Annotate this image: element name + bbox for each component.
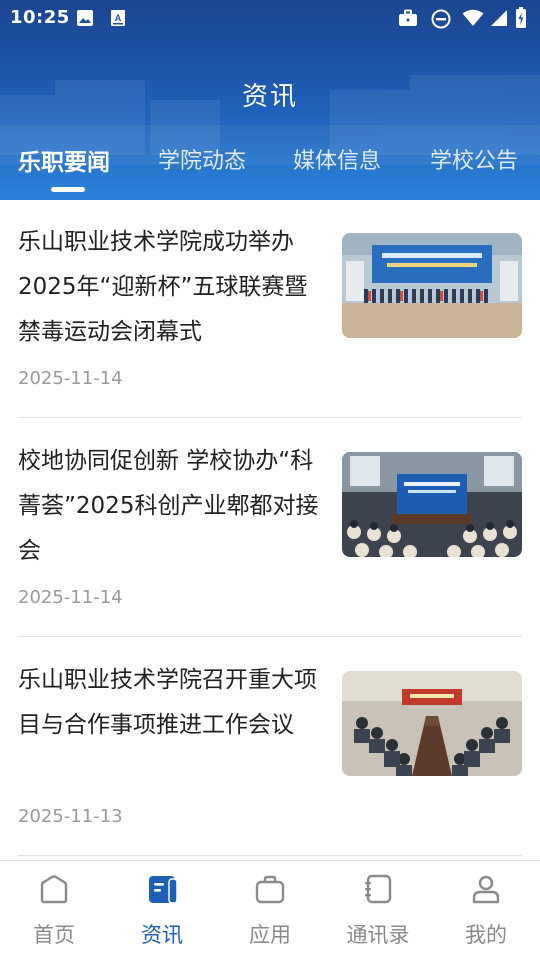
meeting-room-photo: [342, 671, 522, 776]
active-tab-indicator: [51, 187, 85, 192]
nav-news[interactable]: 资讯: [108, 861, 216, 960]
dnd-icon: [431, 9, 451, 29]
battery-icon: [516, 7, 526, 28]
news-item[interactable]: 校地协同促创新 学校协办“科菁荟”2025科创产业郫都对接会 2025-11-1…: [18, 419, 522, 637]
page-title: 资讯: [241, 82, 298, 112]
news-date: 2025-11-14: [18, 587, 123, 608]
news-item[interactable]: 乐山职业技术学院召开重大项目与合作事项推进工作会议 2025-11-13: [18, 638, 522, 856]
svg-text:A: A: [115, 13, 122, 23]
news-item[interactable]: 乐山职业技术学院成功举办2025年“迎新杯”五球联赛暨禁毒运动会闭幕式 2025…: [18, 200, 522, 418]
nav-label: 我的: [465, 923, 507, 947]
signal-icon: [491, 10, 507, 26]
nav-label: 通讯录: [346, 923, 410, 947]
nav-label: 应用: [249, 923, 291, 947]
news-thumbnail: [342, 452, 522, 557]
profile-icon: [472, 875, 500, 904]
nav-apps[interactable]: 应用: [216, 861, 324, 960]
news-thumbnail: [342, 671, 522, 776]
tab-media-info[interactable]: 媒体信息: [293, 143, 381, 175]
bottom-nav: 首页 资讯 应用 通讯录 我的: [0, 860, 540, 960]
nav-home[interactable]: 首页: [0, 861, 108, 960]
conference-hall-photo: [342, 452, 522, 557]
text-icon: A: [111, 10, 125, 26]
contacts-icon: [365, 874, 392, 904]
wifi-icon: [462, 9, 484, 26]
status-time: 10:25: [10, 7, 70, 28]
news-date: 2025-11-13: [18, 806, 123, 827]
tab-college-updates[interactable]: 学院动态: [158, 143, 246, 175]
status-bar: 10:25 A: [0, 0, 540, 36]
news-list[interactable]: 乐山职业技术学院成功举办2025年“迎新杯”五球联赛暨禁毒运动会闭幕式 2025…: [0, 200, 540, 860]
news-title: 乐山职业技术学院成功举办2025年“迎新杯”五球联赛暨禁毒运动会闭幕式: [18, 229, 308, 345]
tab-school-notices[interactable]: 学校公告: [430, 143, 518, 175]
news-title: 乐山职业技术学院召开重大项目与合作事项推进工作会议: [18, 667, 317, 738]
news-title: 校地协同促创新 学校协办“科菁荟”2025科创产业郫都对接会: [18, 448, 319, 564]
home-icon: [40, 875, 68, 904]
category-tabs: 乐职要闻 学院动态 媒体信息 学校公告: [0, 143, 540, 193]
header: 10:25 A 资讯 乐职要闻 学院动态 媒体信息 学校公告: [0, 0, 540, 200]
gym-ceremony-photo: [342, 233, 522, 338]
nav-profile[interactable]: 我的: [432, 861, 540, 960]
briefcase-icon: [399, 9, 417, 26]
image-icon: [77, 10, 93, 26]
tab-leshan-news[interactable]: 乐职要闻: [18, 143, 110, 177]
apps-icon: [255, 875, 285, 904]
news-icon: [149, 876, 178, 904]
nav-label: 资讯: [141, 923, 183, 947]
news-thumbnail: [342, 233, 522, 338]
nav-label: 首页: [33, 923, 75, 947]
nav-contacts[interactable]: 通讯录: [324, 861, 432, 960]
news-date: 2025-11-14: [18, 368, 123, 389]
